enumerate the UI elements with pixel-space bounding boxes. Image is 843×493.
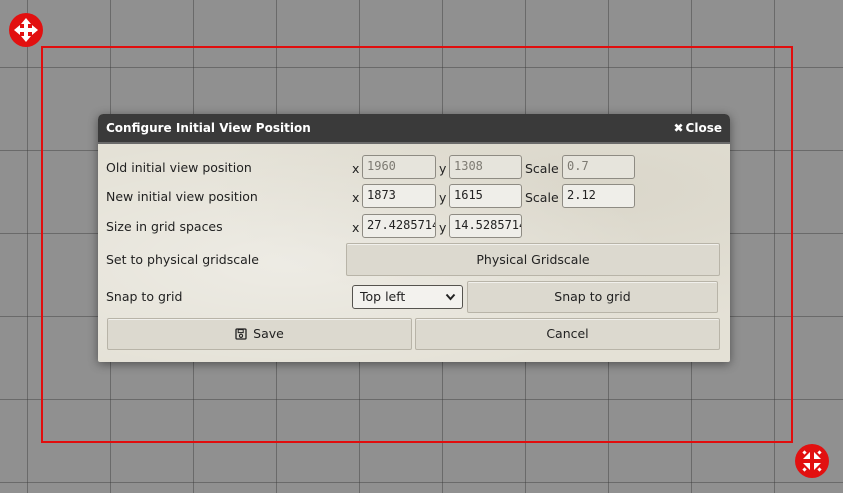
old-y-field: 1308 bbox=[449, 155, 522, 179]
chevron-down-icon bbox=[445, 293, 456, 301]
new-scale-field[interactable]: 2.12 bbox=[562, 184, 635, 208]
move-handle[interactable] bbox=[9, 13, 43, 47]
new-x-label: x bbox=[352, 190, 360, 205]
snap-position-select[interactable]: Top left bbox=[352, 285, 463, 309]
cancel-button[interactable]: Cancel bbox=[415, 318, 720, 350]
size-y-label: y bbox=[439, 220, 447, 235]
old-x-field: 1960 bbox=[362, 155, 436, 179]
snap-label: Snap to grid bbox=[106, 289, 183, 304]
size-x-field[interactable]: 27.42857142 bbox=[362, 214, 436, 238]
new-scale-label: Scale bbox=[525, 190, 559, 205]
snap-to-grid-button[interactable]: Snap to grid bbox=[467, 281, 718, 313]
resize-handle[interactable] bbox=[795, 444, 829, 478]
save-label: Save bbox=[253, 326, 284, 341]
dialog-title: Configure Initial View Position bbox=[106, 121, 311, 135]
new-position-label: New initial view position bbox=[106, 189, 258, 204]
close-icon: ✖ bbox=[673, 121, 684, 135]
save-button[interactable]: Save bbox=[107, 318, 412, 350]
old-x-label: x bbox=[352, 161, 360, 176]
snap-position-value: Top left bbox=[360, 289, 406, 304]
size-label: Size in grid spaces bbox=[106, 219, 223, 234]
move-icon bbox=[14, 18, 38, 42]
close-button[interactable]: ✖ Close bbox=[673, 121, 722, 135]
size-y-field[interactable]: 14.52857142 bbox=[449, 214, 522, 238]
old-scale-label: Scale bbox=[525, 161, 559, 176]
new-y-label: y bbox=[439, 190, 447, 205]
new-x-field[interactable]: 1873 bbox=[362, 184, 436, 208]
size-x-label: x bbox=[352, 220, 360, 235]
gridscale-label: Set to physical gridscale bbox=[106, 252, 259, 267]
close-label: Close bbox=[685, 121, 722, 135]
old-position-label: Old initial view position bbox=[106, 160, 252, 175]
old-scale-field: 0.7 bbox=[562, 155, 635, 179]
new-y-field[interactable]: 1615 bbox=[449, 184, 522, 208]
old-y-label: y bbox=[439, 161, 447, 176]
resize-icon bbox=[802, 450, 822, 472]
save-icon bbox=[235, 328, 247, 340]
configure-view-dialog: Configure Initial View Position ✖ Close O… bbox=[98, 114, 730, 362]
physical-gridscale-button[interactable]: Physical Gridscale bbox=[346, 243, 720, 276]
dialog-titlebar[interactable]: Configure Initial View Position ✖ Close bbox=[98, 114, 730, 144]
